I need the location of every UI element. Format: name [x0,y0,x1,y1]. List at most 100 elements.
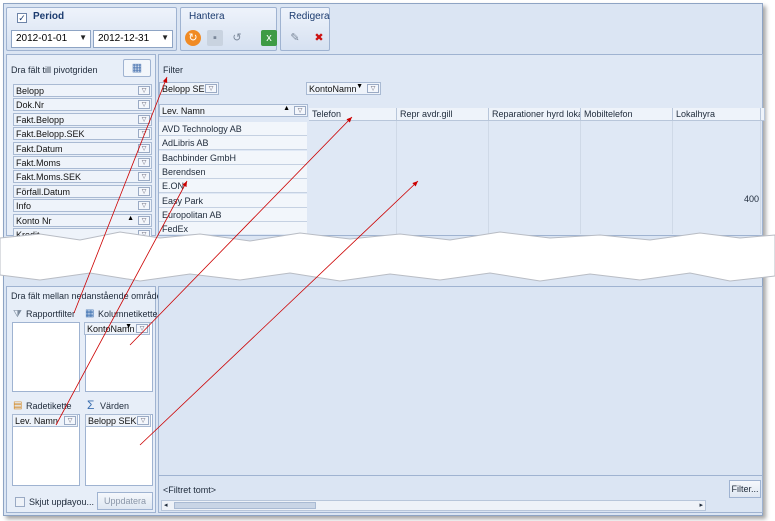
hantera-group: Hantera ↻ ▪ ↺ x [180,7,277,51]
row-area-field[interactable]: Lev. Namn ▽ [12,414,78,427]
field-list-item-label: Fakt.Datum [16,143,63,154]
filter-status: <Filtret tomt> [163,485,217,495]
table-icon: ▦ [85,308,95,319]
start-date-picker[interactable]: 2012-01-01 ▼ [11,30,91,48]
filter-dropdown-icon[interactable]: ▽ [138,129,150,139]
row-header-list: AVD Technology AB AdLibris AB Bachbinder G… [159,122,307,234]
field-list-item[interactable]: Fakt.Moms ▽ [13,156,152,169]
report-filter-label: Rapportfilter [26,309,76,319]
refresh-icon[interactable]: ↻ [185,30,201,46]
filter-dropdown-icon[interactable]: ▽ [294,106,306,115]
pivot-data-grid[interactable]: Telefon Repr avdr.gill Reparationer hyrd l… [309,108,765,234]
period-checkbox[interactable]: ✓ [17,13,27,23]
scroll-right-icon[interactable]: ▸ [699,501,703,509]
defer-layout-label-2: layou... [65,497,95,507]
values-label: Värden [100,401,130,411]
field-list-item[interactable]: Dok.Nr ▽ [13,98,152,112]
horizontal-scrollbar[interactable]: ◂ ▸ [161,500,706,511]
filter-dropdown-icon[interactable]: ▽ [64,416,76,425]
delete-icon[interactable]: ✖ [311,30,327,46]
edit-icon[interactable]: ✎ [287,30,303,46]
row-header[interactable]: Bachbinder GmbH [159,150,307,165]
sort-desc-icon: ▼ [356,83,363,90]
layout-grid-icon[interactable]: ▦ [123,59,151,77]
field-list-item[interactable]: Förfall.Datum ▽ [13,184,152,198]
field-list-item[interactable]: Info ▽ [13,199,152,213]
update-button[interactable]: Uppdatera [97,492,153,510]
period-group: ✓ Period 2012-01-01 ▼ 2012-12-31 ▼ [6,7,177,51]
filter-dropdown-icon[interactable]: ▽ [138,158,150,167]
grid-column [397,121,489,234]
filter-dropdown-icon[interactable]: ▽ [137,416,149,425]
field-list-item-label: Konto Nr [16,215,52,226]
filter-dropdown-icon[interactable]: ▽ [367,84,379,93]
column-header[interactable]: Telefon [309,108,397,121]
row-header[interactable]: Europolitan AB [159,207,307,222]
undo-icon[interactable]: ↺ [229,30,245,46]
areas-title: Dra fält mellan nedanstående områden: [11,291,170,301]
column-header[interactable]: Mobiltelefon [581,108,673,121]
row-header[interactable]: AVD Technology AB [159,122,307,136]
save-icon[interactable]: ▪ [207,30,223,46]
excel-export-icon[interactable]: x [261,30,277,46]
column-field-label: KontoNamn [309,84,357,94]
torn-paper-effect [0,231,775,282]
column-header[interactable]: Repr avdr.gill [397,108,489,121]
grid-column [673,121,761,234]
row-header[interactable]: E.ON [159,179,307,194]
scroll-left-icon[interactable]: ◂ [164,501,168,509]
field-list-item[interactable]: Fakt.Belopp ▽ [13,112,152,126]
field-list-item-label: Fakt.Moms [16,158,61,168]
divider [159,475,762,476]
field-list-item-label: Fakt.Belopp.SEK [16,129,85,140]
row-field-label: Lev. Namn [162,106,205,116]
row-labels-label: Radetikette [26,401,72,411]
row-header[interactable]: AdLibris AB [159,136,307,151]
chevron-down-icon: ▼ [125,323,132,330]
row-field-button[interactable]: Lev. Namn ▲ ▽ [159,104,308,117]
filter-dropdown-icon[interactable]: ▽ [138,186,150,196]
filter-dropdown-icon[interactable]: ▽ [136,324,148,333]
end-date-picker[interactable]: 2012-12-31 ▼ [93,30,173,48]
report-filter-dropzone[interactable] [12,322,80,392]
scrollbar-thumb[interactable] [174,502,316,509]
row-header[interactable]: Easy Park [159,193,307,208]
field-list-item-label: Förfall.Datum [16,186,71,197]
chevron-down-icon: ▼ [161,33,169,42]
value-cell[interactable]: 400 [744,194,759,204]
pivot-grid-lower: <Filtret tomt> Filter... ◂ ▸ [158,286,763,513]
column-field-button[interactable]: KontoNamn ▼ ▽ [306,82,381,95]
areas-panel: Dra fält mellan nedanstående områden: ⧩ … [6,286,169,513]
grid-column [581,121,673,234]
filter-dropdown-icon[interactable]: ▽ [138,172,150,182]
value-area-field[interactable]: Belopp SEK ▽ [85,414,151,427]
filter-dropdown-icon[interactable]: ▽ [138,100,150,110]
column-area-field[interactable]: KontoNamn ▼ ▽ [84,322,150,335]
filter-dropdown-icon[interactable]: ▽ [138,215,150,225]
filter-dropdown-icon[interactable]: ▽ [138,114,150,124]
field-list-item-label: Belopp [16,86,45,96]
field-list-item-label: Info [16,201,32,212]
field-list-item-label: Dok.Nr [16,100,45,111]
row-header[interactable]: Berendsen [159,164,307,179]
sort-asc-icon: ▲ [283,105,290,112]
field-list-item[interactable]: Belopp ▽ [13,84,152,97]
sigma-icon: Σ [87,398,95,412]
field-list-title: Dra fält till pivotgriden [11,65,98,75]
defer-layout-checkbox[interactable] [15,497,25,507]
field-list-item[interactable]: Fakt.Datum ▽ [13,141,152,155]
filter-dropdown-icon[interactable]: ▽ [138,201,150,211]
field-list-item[interactable]: Fakt.Moms.SEK ▽ [13,170,152,184]
filter-button[interactable]: Filter... [729,480,761,498]
column-labels-label: Kolumnetikette [98,309,158,319]
field-list-item[interactable]: Konto Nr ▲ ▽ [13,213,152,227]
data-field-label: Belopp SEK [162,84,211,94]
field-list-item[interactable]: Fakt.Belopp.SEK ▽ [13,127,152,141]
filter-dropdown-icon[interactable]: ▽ [138,143,150,153]
filter-dropdown-icon[interactable]: ▽ [205,84,217,93]
column-header[interactable]: Lokalhyra [673,108,761,121]
hantera-title: Hantera [189,11,225,22]
data-field-button[interactable]: Belopp SEK ▽ [159,82,219,95]
column-header[interactable]: Reparationer hyrd lokal [489,108,581,121]
filter-dropdown-icon[interactable]: ▽ [138,86,150,95]
